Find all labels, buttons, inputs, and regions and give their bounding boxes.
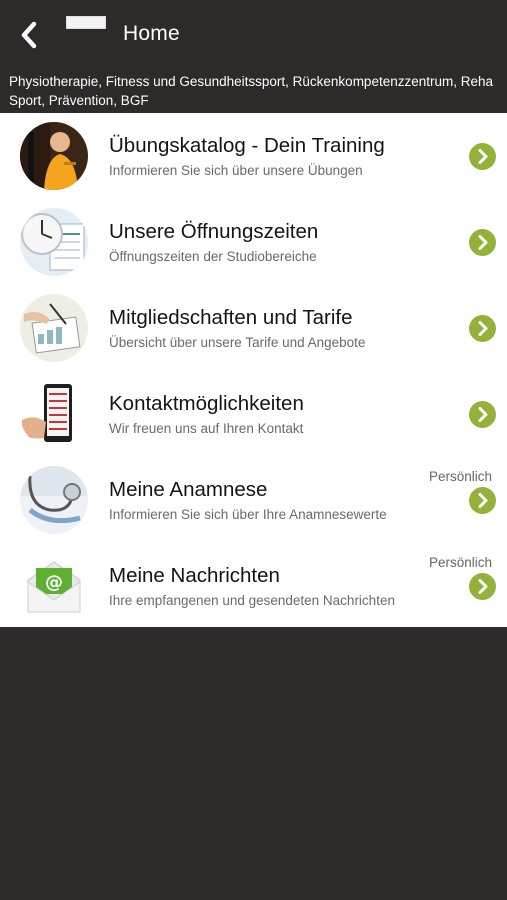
chevron-right-circle-icon <box>469 143 496 170</box>
logo <box>66 16 106 29</box>
item-title: Meine Nachrichten <box>109 564 280 587</box>
list-item-anamnesis[interactable]: Persönlich Meine Anamnese Informieren Si… <box>0 457 507 542</box>
item-subtitle: Öffnungszeiten der Studiobereiche <box>109 249 317 264</box>
header-bar: Home <box>0 0 507 70</box>
list-item-exercise-catalog[interactable]: Übungskatalog - Dein Training Informiere… <box>0 113 507 198</box>
stethoscope-photo <box>20 466 88 534</box>
header-subtitle: Physiotherapie, Fitness und Gesundheitss… <box>9 74 494 108</box>
list-item-memberships[interactable]: Mitgliedschaften und Tarife Übersicht üb… <box>0 285 507 370</box>
clock-calendar-photo <box>20 208 88 276</box>
chevron-right-circle-icon <box>469 573 496 600</box>
item-subtitle: Übersicht über unsere Tarife und Angebot… <box>109 335 366 350</box>
list-item-opening-hours[interactable]: Unsere Öffnungszeiten Öffnungszeiten der… <box>0 199 507 284</box>
page-title: Home <box>123 22 180 45</box>
item-title: Meine Anamnese <box>109 478 268 501</box>
back-button[interactable] <box>14 18 44 52</box>
item-subtitle: Informieren Sie sich über Ihre Anamnesew… <box>109 507 387 522</box>
chevron-right-circle-icon <box>469 487 496 514</box>
list-item-contact[interactable]: Kontaktmöglichkeiten Wir freuen uns auf … <box>0 371 507 456</box>
mail-envelope-icon: @ <box>20 552 88 620</box>
item-subtitle: Ihre empfangenen und gesendeten Nachrich… <box>109 593 395 608</box>
item-subtitle: Wir freuen uns auf Ihren Kontakt <box>109 421 304 436</box>
item-title: Unsere Öffnungszeiten <box>109 220 319 243</box>
personal-badge: Persönlich <box>428 469 492 484</box>
item-subtitle: Informieren Sie sich über unsere Übungen <box>109 163 363 178</box>
item-title: Mitgliedschaften und Tarife <box>109 306 353 329</box>
chevron-right-circle-icon <box>469 401 496 428</box>
menu-list: Übungskatalog - Dein Training Informiere… <box>0 113 507 627</box>
chevron-right-circle-icon <box>469 315 496 342</box>
contact-phone-photo <box>20 380 88 448</box>
item-title: Übungskatalog - Dein Training <box>109 134 385 157</box>
tariff-document-photo <box>20 294 88 362</box>
item-title: Kontaktmöglichkeiten <box>109 392 304 415</box>
chevron-left-icon <box>21 21 37 49</box>
chevron-right-circle-icon <box>469 229 496 256</box>
svg-text:@: @ <box>45 572 63 593</box>
personal-badge: Persönlich <box>428 555 492 570</box>
training-photo <box>20 122 88 190</box>
list-item-messages[interactable]: @ Persönlich Meine Nachrichten Ihre empf… <box>0 543 507 628</box>
